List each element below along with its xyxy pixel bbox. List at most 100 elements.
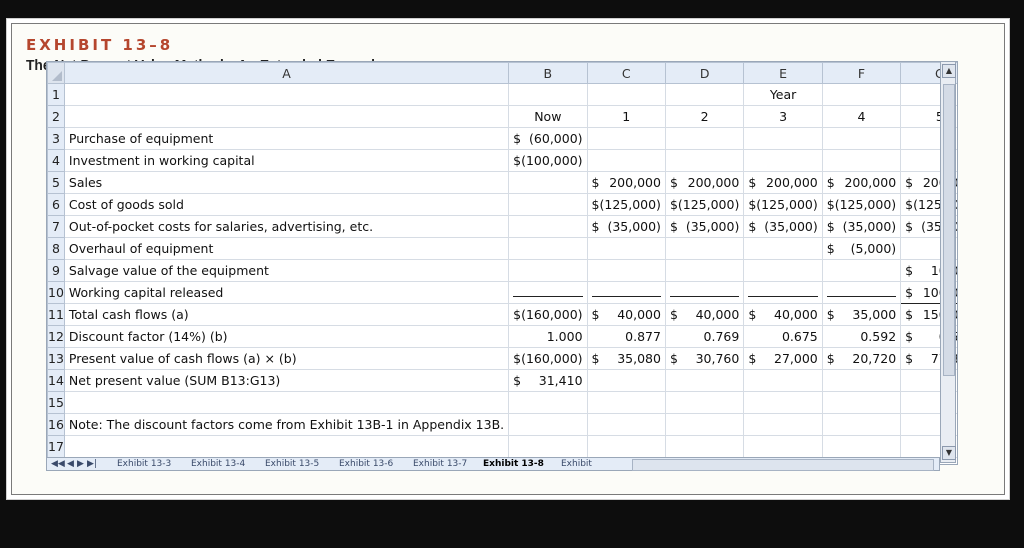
cell-A5[interactable]: Sales: [63, 171, 510, 194]
select-all-corner[interactable]: [47, 62, 65, 84]
cell-C9[interactable]: [586, 259, 666, 282]
row-number[interactable]: 15: [47, 391, 65, 414]
row-number[interactable]: 2: [47, 105, 65, 128]
cell-F15[interactable]: [821, 391, 902, 414]
cell-E2[interactable]: 3: [743, 105, 823, 128]
cell-A3[interactable]: Purchase of equipment: [63, 127, 510, 150]
cell-F10[interactable]: [821, 281, 902, 304]
cell-B15[interactable]: [508, 391, 588, 414]
cell-B7[interactable]: [508, 215, 588, 238]
cell-B9[interactable]: [508, 259, 588, 282]
cell-D12[interactable]: 0.769: [664, 325, 745, 348]
row-number[interactable]: 11: [47, 303, 65, 326]
cell-C1[interactable]: [586, 83, 666, 106]
cell-A2[interactable]: [63, 105, 510, 128]
sheet-tab[interactable]: Exhibit: [561, 459, 592, 469]
column-header-e[interactable]: E: [743, 62, 823, 84]
cell-B4[interactable]: $ (100,000): [508, 149, 588, 172]
cell-A12[interactable]: Discount factor (14%) (b): [63, 325, 510, 348]
row-number[interactable]: 16: [47, 413, 65, 436]
first-sheet-icon[interactable]: ◀◀: [51, 459, 65, 469]
cell-A17[interactable]: [63, 435, 510, 458]
row-number[interactable]: 13: [47, 347, 65, 370]
cell-F8[interactable]: $ (5,000): [821, 237, 902, 260]
cell-F11[interactable]: $35,000: [821, 303, 902, 326]
sheet-tab[interactable]: Exhibit 13-6: [339, 459, 393, 469]
row-number[interactable]: 9: [47, 259, 65, 282]
column-header-b[interactable]: B: [508, 62, 588, 84]
cell-F4[interactable]: [821, 149, 902, 172]
cell-F6[interactable]: $ (125,000): [821, 193, 902, 216]
cell-C5[interactable]: $200,000: [586, 171, 666, 194]
cell-F7[interactable]: $ (35,000): [821, 215, 902, 238]
cell-D7[interactable]: $ (35,000): [664, 215, 745, 238]
cell-B1[interactable]: [508, 83, 588, 106]
cell-B16[interactable]: [508, 413, 588, 436]
sheet-tab[interactable]: Exhibit 13-4: [191, 459, 245, 469]
cell-B8[interactable]: [508, 237, 588, 260]
cell-F5[interactable]: $200,000: [821, 171, 902, 194]
cell-A16[interactable]: Note: The discount factors come from Exh…: [63, 413, 510, 436]
cell-D14[interactable]: [664, 369, 745, 392]
column-header-d[interactable]: D: [664, 62, 745, 84]
cell-C13[interactable]: $35,080: [586, 347, 666, 370]
cell-A13[interactable]: Present value of cash flows (a) × (b): [63, 347, 510, 370]
cell-D11[interactable]: $40,000: [664, 303, 745, 326]
cell-A4[interactable]: Investment in working capital: [63, 149, 510, 172]
column-header-a[interactable]: A: [63, 62, 510, 84]
cell-D1[interactable]: [664, 83, 745, 106]
cell-E15[interactable]: [743, 391, 823, 414]
sheet-tab[interactable]: Exhibit 13-3: [117, 459, 171, 469]
cell-F9[interactable]: [821, 259, 902, 282]
cell-A14[interactable]: Net present value (SUM B13:G13): [63, 369, 510, 392]
scroll-up-icon[interactable]: ▲: [942, 64, 956, 78]
cell-C10[interactable]: [586, 281, 666, 304]
row-number[interactable]: 12: [47, 325, 65, 348]
row-number[interactable]: 14: [47, 369, 65, 392]
cell-E17[interactable]: [743, 435, 823, 458]
scroll-thumb[interactable]: [943, 84, 955, 376]
cell-F14[interactable]: [821, 369, 902, 392]
cell-F13[interactable]: $20,720: [821, 347, 902, 370]
cell-E5[interactable]: $200,000: [743, 171, 823, 194]
cell-E14[interactable]: [743, 369, 823, 392]
cell-A10[interactable]: Working capital released: [63, 281, 510, 304]
cell-D3[interactable]: [664, 127, 745, 150]
cell-C12[interactable]: 0.877: [586, 325, 666, 348]
cell-E12[interactable]: 0.675: [743, 325, 823, 348]
cell-E3[interactable]: [743, 127, 823, 150]
cell-C17[interactable]: [586, 435, 666, 458]
row-number[interactable]: 6: [47, 193, 65, 216]
cell-A9[interactable]: Salvage value of the equipment: [63, 259, 510, 282]
cell-A15[interactable]: [63, 391, 510, 414]
column-header-f[interactable]: F: [821, 62, 902, 84]
cell-D2[interactable]: 2: [664, 105, 745, 128]
row-number[interactable]: 10: [47, 281, 65, 304]
cell-A7[interactable]: Out-of-pocket costs for salaries, advert…: [63, 215, 510, 238]
row-number[interactable]: 3: [47, 127, 65, 150]
cell-C6[interactable]: $ (125,000): [586, 193, 666, 216]
cell-C4[interactable]: [586, 149, 666, 172]
cell-E13[interactable]: $27,000: [743, 347, 823, 370]
cell-B5[interactable]: [508, 171, 588, 194]
cell-F3[interactable]: [821, 127, 902, 150]
cell-F16[interactable]: [821, 413, 902, 436]
cell-D17[interactable]: [664, 435, 745, 458]
cell-D15[interactable]: [664, 391, 745, 414]
cell-D4[interactable]: [664, 149, 745, 172]
cell-B17[interactable]: [508, 435, 588, 458]
scroll-down-icon[interactable]: ▼: [942, 446, 956, 460]
row-number[interactable]: 1: [47, 83, 65, 106]
cell-B12[interactable]: 1.000: [508, 325, 588, 348]
cell-E6[interactable]: $ (125,000): [743, 193, 823, 216]
cell-C15[interactable]: [586, 391, 666, 414]
cell-B11[interactable]: $ (160,000): [508, 303, 588, 326]
cell-D10[interactable]: [664, 281, 745, 304]
spreadsheet-grid[interactable]: A B C D E F G 1Year2Now123453Purchase of…: [47, 62, 957, 458]
cell-F12[interactable]: 0.592: [821, 325, 902, 348]
cell-E16[interactable]: [743, 413, 823, 436]
cell-B13[interactable]: $ (160,000): [508, 347, 588, 370]
cell-A1[interactable]: [63, 83, 510, 106]
cell-A11[interactable]: Total cash flows (a): [63, 303, 510, 326]
cell-D16[interactable]: [664, 413, 745, 436]
